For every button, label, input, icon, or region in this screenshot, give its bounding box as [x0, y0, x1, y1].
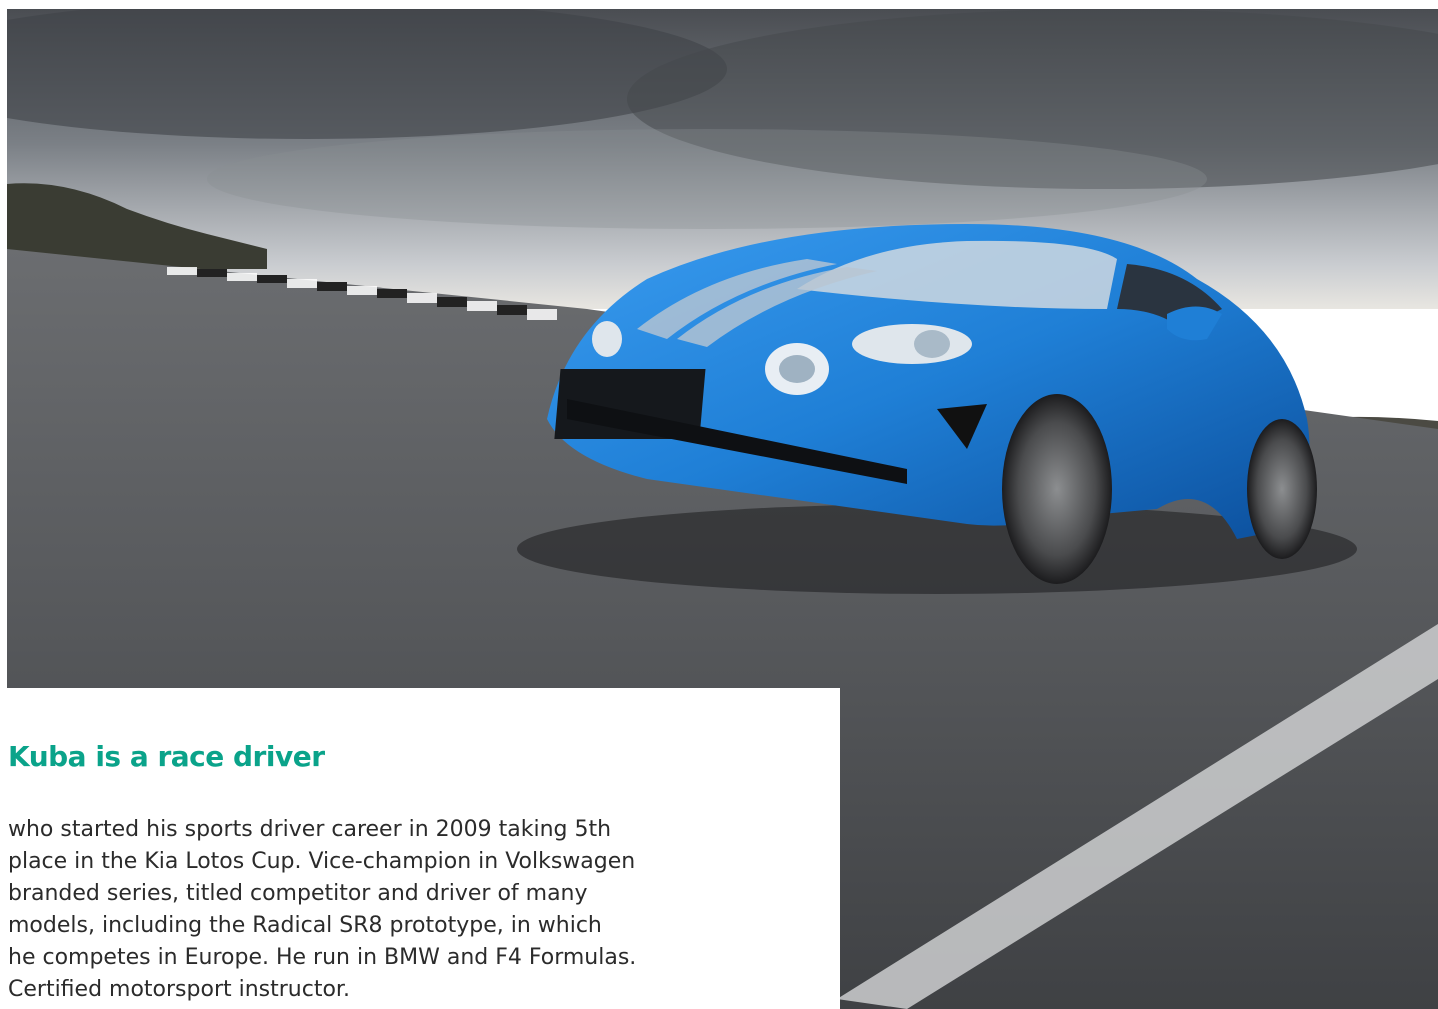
card-body-line: Certified motorsport instructor. — [8, 977, 350, 1002]
card-body-line: who started his sports driver career in … — [8, 817, 612, 842]
card-body-line: branded series, titled competitor and dr… — [8, 881, 588, 906]
card-body-line: models, including the Radical SR8 protot… — [8, 913, 602, 938]
page: Kuba is a race driver who started his sp… — [0, 0, 1438, 1009]
card-body-line: he competes in Europe. He run in BMW and… — [8, 945, 637, 970]
card-body-line: place in the Kia Lotos Cup. Vice-champio… — [8, 849, 636, 874]
card-title: Kuba is a race driver — [8, 740, 325, 773]
card-body: who started his sports driver career in … — [8, 814, 808, 1006]
